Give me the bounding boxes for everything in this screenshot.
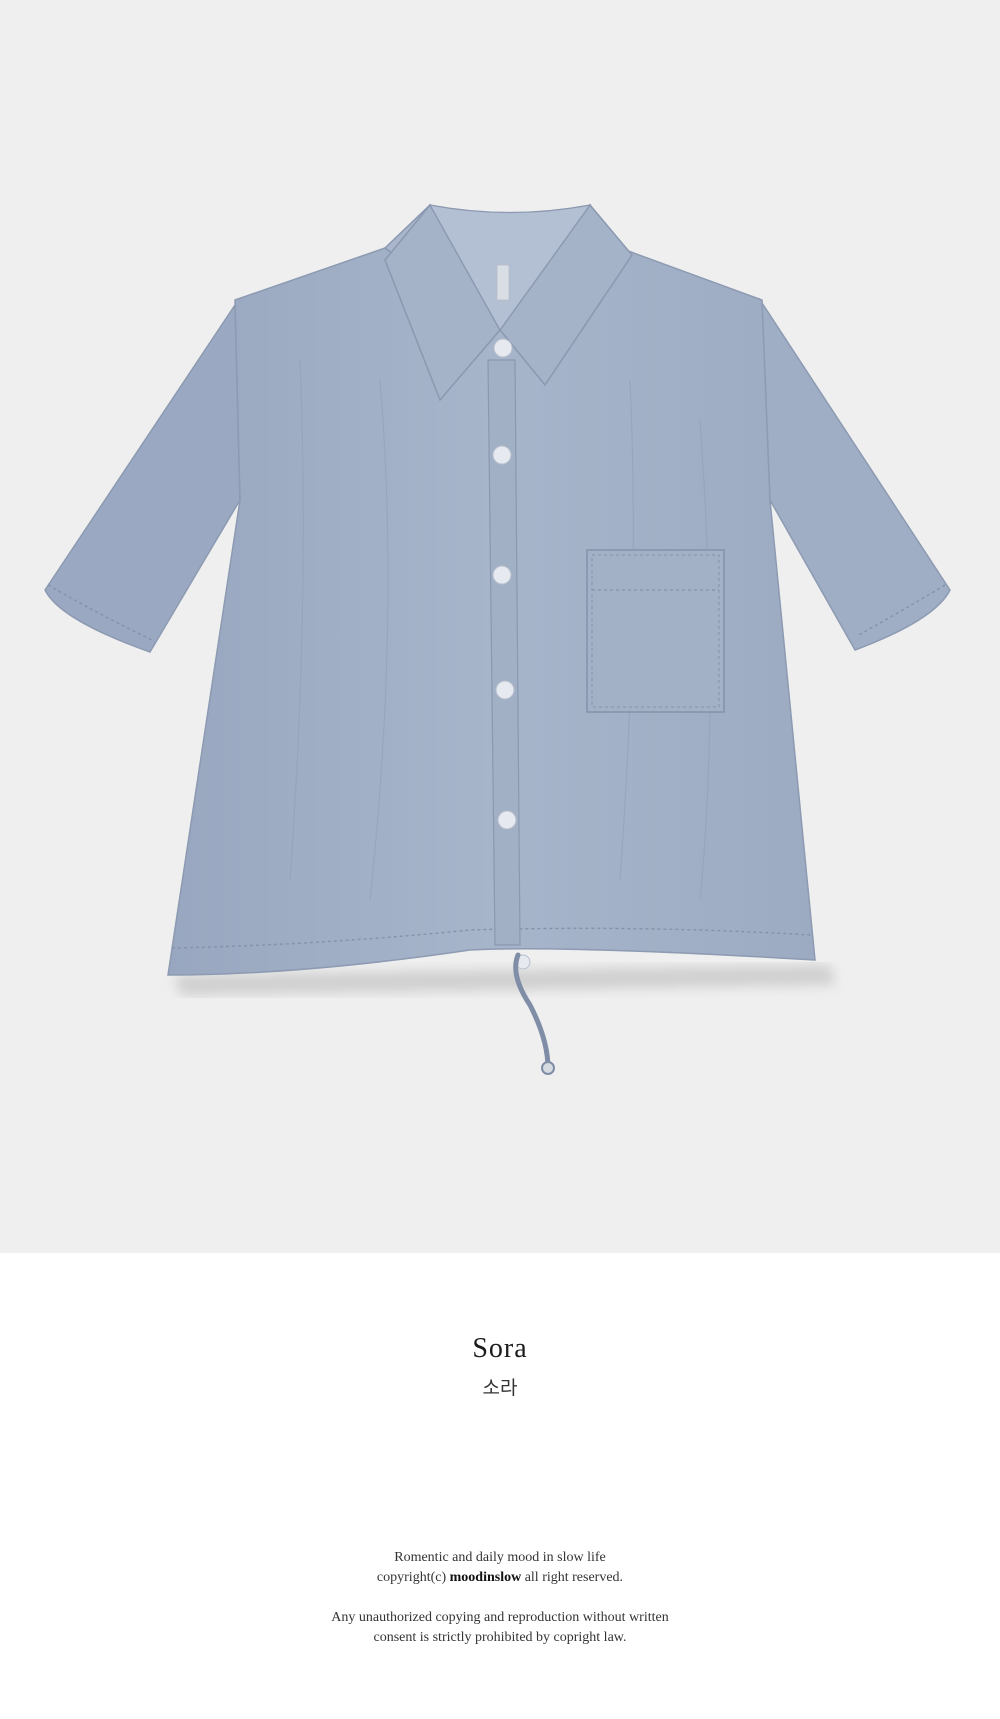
brand-name: moodinslow [449,1570,522,1585]
neck-label [496,264,510,301]
cord-stopper [541,1061,555,1075]
shirt-image [44,203,951,1075]
right-sleeve [759,297,951,651]
copyright-prefix: copyright(c) [376,1570,450,1585]
copyright-line: copyright(c) moodinslow all right reserv… [0,1568,1000,1588]
product-photo [0,0,1000,1253]
chest-pocket [586,549,725,713]
tagline: Romentic and daily mood in slow life [394,1550,606,1565]
color-name-en: Sora [472,1333,528,1364]
notice-line-2: consent is strictly prohibited by coprig… [373,1630,627,1645]
copyright-footer: Romentic and daily mood in slow life cop… [0,1548,1000,1648]
color-name-ko: 소라 [482,1377,518,1399]
color-caption: Sora 소라 Romentic and daily mood in slow … [0,1253,1000,1719]
copyright-suffix: all right reserved. [521,1570,624,1585]
notice-line-1: Any unauthorized copying and reproductio… [331,1610,669,1625]
